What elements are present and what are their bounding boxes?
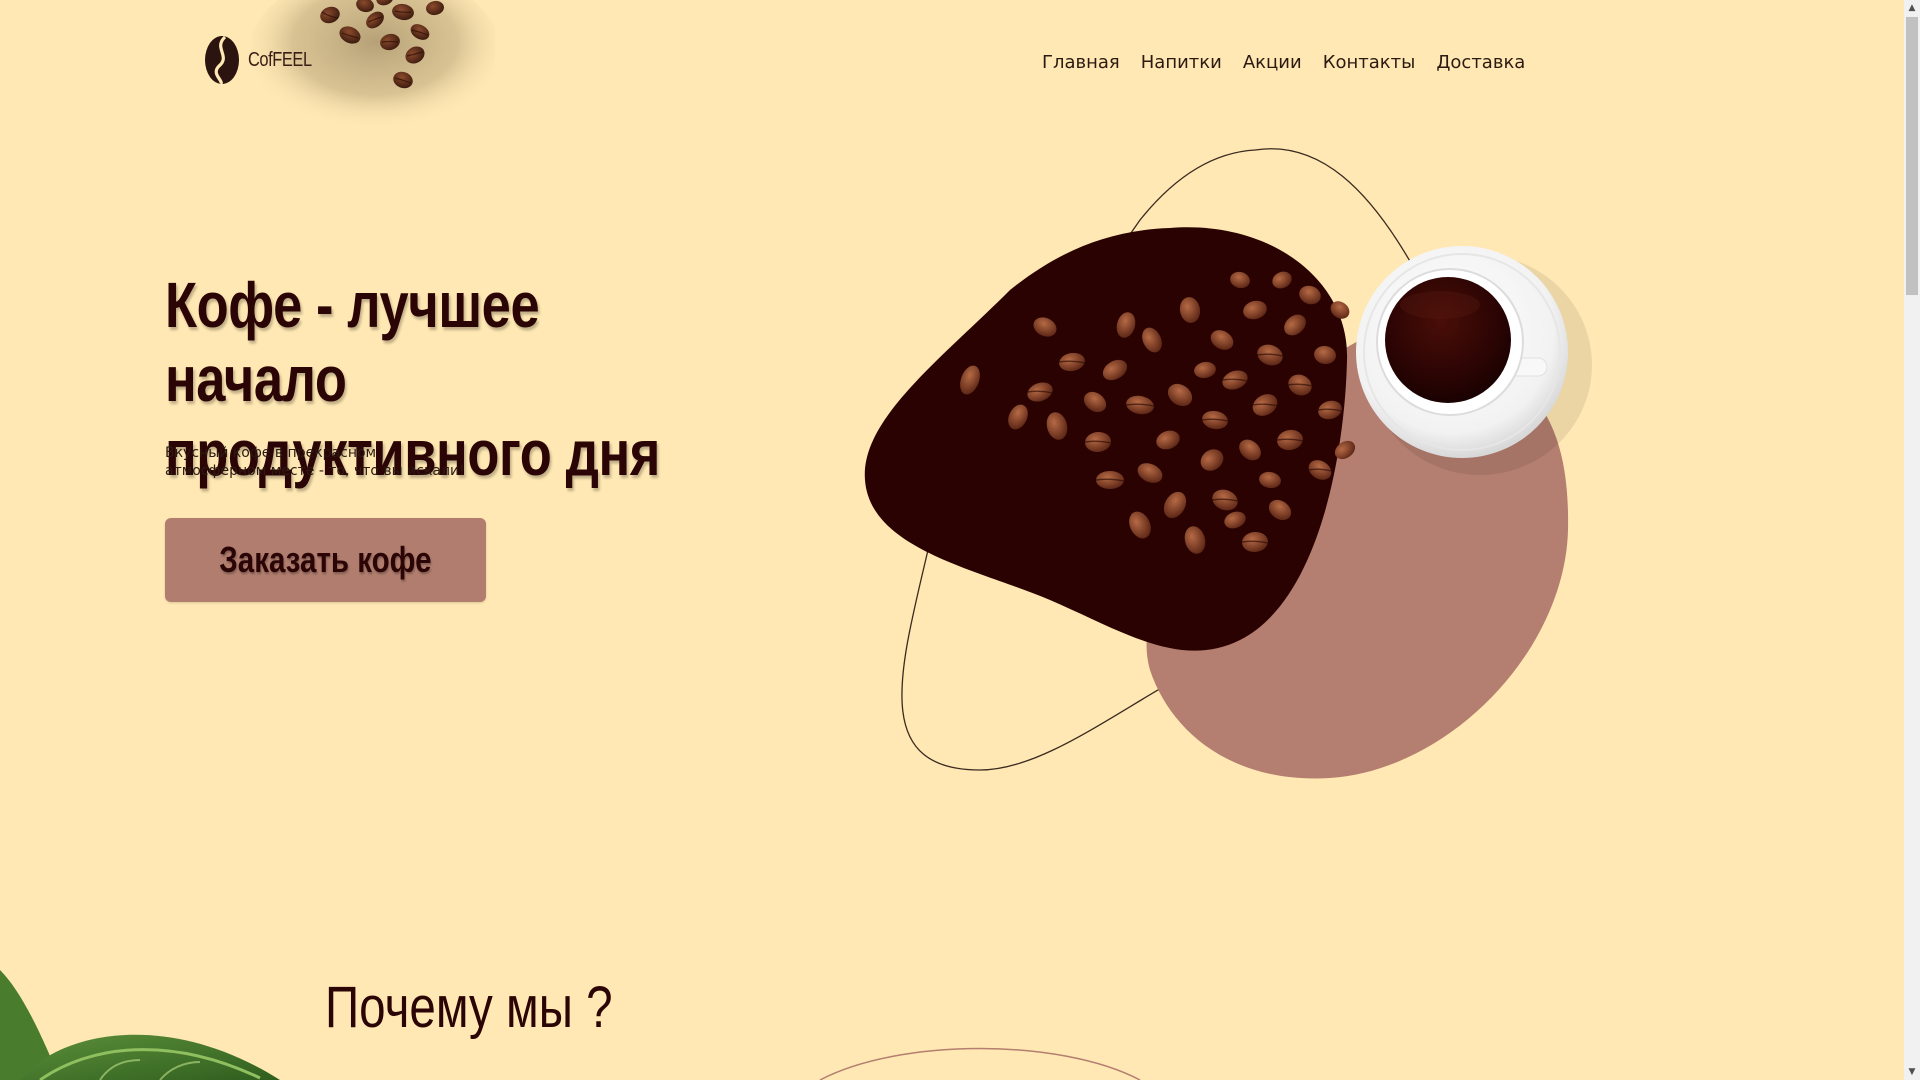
nav-item-home[interactable]: Главная: [1042, 52, 1120, 73]
scroll-down-arrow-icon[interactable]: ▼: [1904, 1064, 1920, 1080]
coffee-bean-logo-icon: [205, 35, 239, 85]
nav-item-promotions[interactable]: Акции: [1243, 52, 1302, 73]
leaf-decoration: [0, 970, 280, 1080]
page-scrollbar[interactable]: ▲ ▼: [1904, 0, 1920, 1080]
main-nav: Главная Напитки Акции Контакты Доставка: [1042, 52, 1525, 73]
why-us-title: Почему мы ?: [325, 975, 613, 1040]
scroll-up-arrow-icon[interactable]: ▲: [1904, 0, 1920, 16]
scrollbar-thumb[interactable]: [1906, 17, 1918, 295]
hero-subtitle: Вкусный кофе в прекрасном атмосферном ме…: [165, 445, 465, 479]
logo-text: CofFEEL: [248, 48, 312, 71]
nav-item-contacts[interactable]: Контакты: [1323, 52, 1416, 73]
nav-item-drinks[interactable]: Напитки: [1141, 52, 1222, 73]
section-arc-decoration: [819, 1047, 1141, 1080]
logo[interactable]: CofFEEL: [203, 34, 326, 86]
order-coffee-button[interactable]: Заказать кофе: [165, 518, 486, 602]
coffee-beans-and-cup-illustration: [864, 148, 1592, 779]
nav-item-delivery[interactable]: Доставка: [1436, 52, 1525, 73]
landing-page: CofFEEL Главная Напитки Акции Контакты Д…: [0, 0, 1904, 1080]
order-coffee-button-label: Заказать кофе: [219, 539, 432, 580]
